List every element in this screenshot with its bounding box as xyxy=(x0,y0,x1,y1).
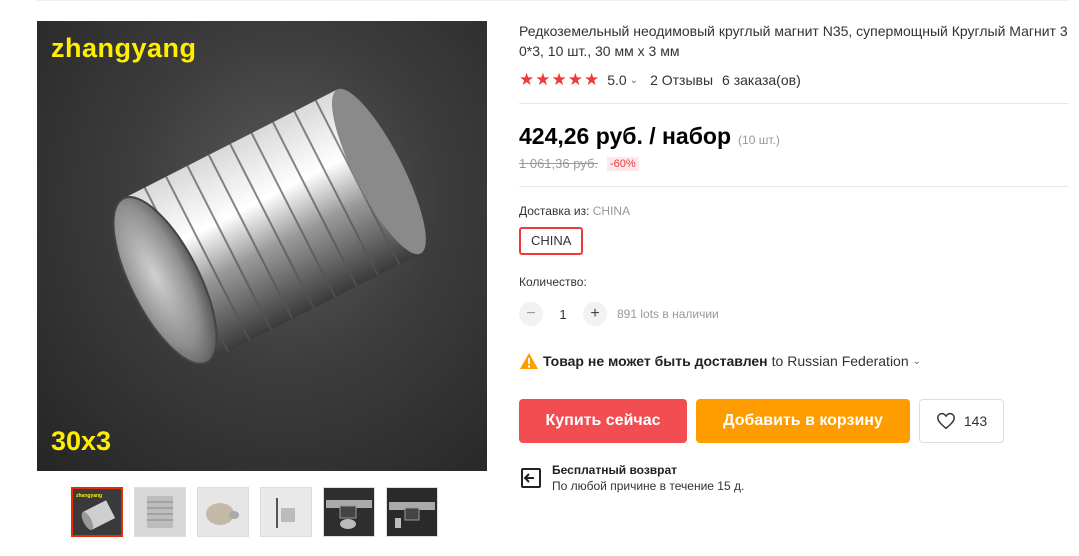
divider-after-price xyxy=(519,186,1069,187)
product-title: Редкоземельный неодимовый круглый магнит… xyxy=(519,23,1068,59)
reviews-link[interactable]: 2 Отзывы xyxy=(650,72,713,88)
old-price: 1 061,36 руб. xyxy=(519,156,599,171)
thumbnail-5[interactable] xyxy=(323,487,375,537)
quantity-decrease-button[interactable]: − xyxy=(519,302,543,326)
current-price: 424,26 руб. / набор xyxy=(519,123,732,149)
thumbnail-4[interactable] xyxy=(260,487,312,537)
thumbnail-1[interactable]: zhangyang xyxy=(71,487,123,537)
old-price-row: 1 061,36 руб. -60% xyxy=(519,156,639,171)
thumbnail-caliper-image xyxy=(326,500,372,529)
wishlist-count: 143 xyxy=(963,413,988,429)
destination-selector[interactable]: to Russian Federation xyxy=(772,353,909,369)
thumbnail-2[interactable] xyxy=(134,487,186,537)
add-to-cart-button[interactable]: Добавить в корзину xyxy=(696,399,910,443)
return-subtitle: По любой причине в течение 15 д. xyxy=(552,479,745,493)
wishlist-button[interactable]: 143 xyxy=(919,399,1004,443)
thumbnail-6[interactable] xyxy=(386,487,438,537)
main-product-image[interactable]: zhangyang 30x3 xyxy=(37,21,487,471)
heart-icon xyxy=(936,412,955,430)
discount-badge: -60% xyxy=(607,156,639,171)
free-return-info: Бесплатный возврат По любой причине в те… xyxy=(519,462,744,494)
quantity-increase-button[interactable]: + xyxy=(583,302,607,326)
chevron-down-icon[interactable]: ⌄ xyxy=(630,75,638,86)
quantity-value[interactable]: 1 xyxy=(543,307,583,322)
thumbnail-magnet-dark-image: zhangyang xyxy=(76,493,116,530)
stock-availability: 891 lots в наличии xyxy=(617,307,719,321)
star-rating-icon: ★★★★★ xyxy=(519,70,601,89)
thumbnail-3[interactable] xyxy=(197,487,249,537)
return-title: Бесплатный возврат xyxy=(552,463,678,477)
shipping-label-text: Доставка из: xyxy=(519,204,590,218)
thumbnail-magnet-stack-image xyxy=(147,496,173,528)
delivery-warning: Товар не может быть доставлен to Russian… xyxy=(519,352,921,370)
top-divider xyxy=(36,0,1069,1)
quantity-stepper: − 1 + 891 lots в наличии xyxy=(519,302,719,326)
return-text-block: Бесплатный возврат По любой причине в те… xyxy=(552,462,744,494)
orders-count: 6 заказа(ов) xyxy=(722,72,801,88)
magnet-stack-illustration xyxy=(112,88,426,365)
warning-text: Товар не может быть доставлен xyxy=(543,353,768,369)
ship-from-china-option[interactable]: CHINA xyxy=(519,227,584,255)
buy-now-button[interactable]: Купить сейчас xyxy=(519,399,687,443)
watermark-brand: zhangyang xyxy=(51,33,197,63)
divider-after-rating xyxy=(519,103,1069,104)
shipping-from-label: Доставка из: CHINA xyxy=(519,204,630,218)
thumbnail-thickness-image xyxy=(276,498,295,528)
svg-text:zhangyang: zhangyang xyxy=(76,493,102,499)
shipping-origin-value: CHINA xyxy=(592,204,631,218)
price-row: 424,26 руб. / набор (10 шт.) xyxy=(519,123,780,150)
return-box-icon xyxy=(521,468,541,488)
chevron-down-icon[interactable]: ⌄ xyxy=(913,356,921,367)
rating-score[interactable]: 5.0 xyxy=(607,72,626,88)
warning-icon xyxy=(520,353,538,369)
thumbnail-single-magnet-image xyxy=(206,503,239,525)
quantity-label: Количество: xyxy=(519,275,587,289)
thumbnail-caliper-thickness-image xyxy=(389,502,435,528)
rating-row: ★★★★★ 5.0 ⌄ 2 Отзывы 6 заказа(ов) xyxy=(519,70,801,90)
watermark-size: 30x3 xyxy=(51,426,112,456)
thumbnail-strip: zhangyang xyxy=(71,487,438,537)
unit-note: (10 шт.) xyxy=(738,133,780,147)
